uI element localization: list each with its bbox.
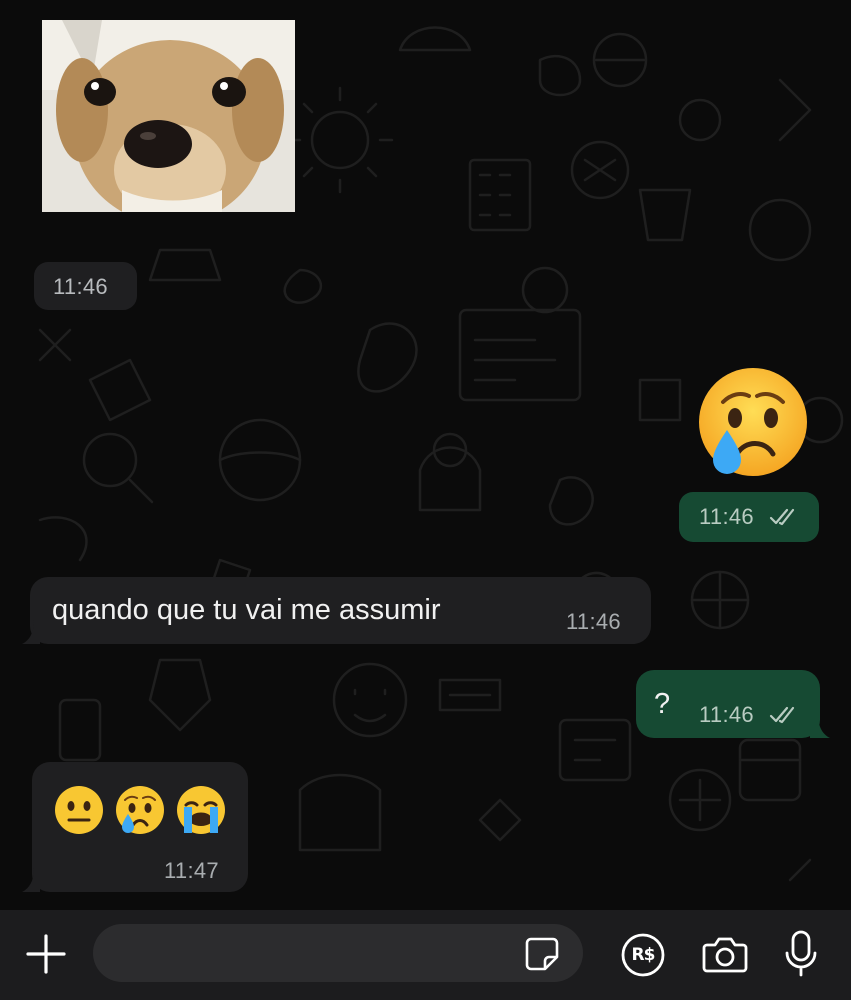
puppy-photo[interactable] xyxy=(42,20,295,212)
message-input[interactable] xyxy=(93,924,583,982)
payment-button[interactable]: R$ xyxy=(618,930,668,980)
read-ticks-icon xyxy=(769,508,795,526)
neutral-face-emoji xyxy=(55,786,103,834)
bubble-tail xyxy=(22,868,40,892)
chat-area[interactable]: 11:46 11:46 quando que tu vai me assumir… xyxy=(0,0,851,910)
read-ticks-icon xyxy=(769,706,795,724)
message-time: 11:47 xyxy=(164,858,219,883)
microphone-icon xyxy=(785,930,817,977)
message-time: 11:46 xyxy=(699,504,754,529)
sticker-icon xyxy=(525,937,559,971)
crying-face-emoji xyxy=(116,786,164,834)
camera-icon xyxy=(702,937,748,973)
message-time: 11:46 xyxy=(566,609,621,634)
sticker-button[interactable] xyxy=(520,932,564,976)
message-text: quando que tu vai me assumir xyxy=(52,594,441,626)
plus-icon xyxy=(26,934,66,974)
loudly-crying-face-emoji xyxy=(177,786,225,834)
crying-face-emoji xyxy=(699,368,807,476)
microphone-button[interactable] xyxy=(778,928,824,980)
message-text: ? xyxy=(654,688,671,720)
message-time: 11:46 xyxy=(53,274,108,299)
attach-button[interactable] xyxy=(20,930,72,978)
bubble-tail xyxy=(22,620,40,644)
message-time: 11:46 xyxy=(699,702,754,727)
camera-button[interactable] xyxy=(700,931,750,979)
currency-label: R$ xyxy=(631,945,656,965)
bubble-tail xyxy=(810,714,830,738)
